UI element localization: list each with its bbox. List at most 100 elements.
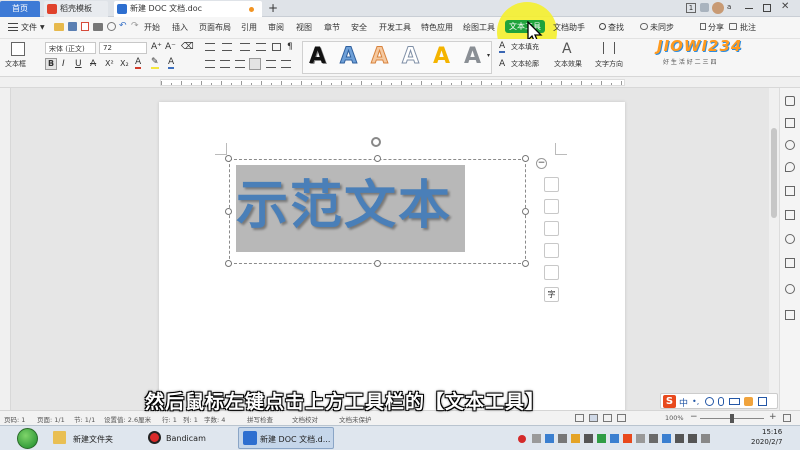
menu-start[interactable]: 开始: [144, 22, 160, 33]
fullscreen-icon[interactable]: [783, 414, 791, 422]
resize-handle-tr[interactable]: [522, 155, 529, 162]
text-outline-icon[interactable]: A: [499, 59, 505, 69]
decrease-indent-icon[interactable]: [240, 43, 250, 51]
text-fill-icon[interactable]: A: [499, 42, 506, 53]
resize-handle-l[interactable]: [225, 208, 232, 215]
menu-search[interactable]: 查找: [608, 22, 624, 33]
pane-share-icon[interactable]: [785, 310, 795, 320]
status-col[interactable]: 列: 1: [183, 414, 198, 424]
zoom-slider[interactable]: [700, 414, 764, 423]
sogou-logo-icon[interactable]: S: [663, 395, 676, 408]
tab-home[interactable]: 首页: [0, 1, 40, 17]
tray-icon[interactable]: [636, 434, 645, 443]
horizontal-ruler[interactable]: [0, 77, 800, 88]
bullet-list-icon[interactable]: [205, 43, 215, 51]
export-pdf-icon[interactable]: [81, 22, 89, 31]
undo-icon[interactable]: ↶: [119, 21, 127, 31]
tray-icon[interactable]: [649, 434, 658, 443]
menu-view[interactable]: 视图: [296, 22, 312, 33]
tray-icon[interactable]: [597, 434, 606, 443]
doc-protect-button[interactable]: 文档未保护: [339, 414, 372, 424]
skin-icon[interactable]: [700, 3, 709, 12]
menu-doc-assistant[interactable]: 文档助手: [553, 22, 585, 33]
align-center-icon[interactable]: [220, 60, 230, 68]
close-icon[interactable]: ✕: [781, 1, 789, 12]
menu-features[interactable]: 特色应用: [421, 22, 453, 33]
clear-format-icon[interactable]: ⌫: [181, 42, 194, 52]
font-size-select[interactable]: 72: [99, 42, 147, 54]
wrap-text-icon[interactable]: [544, 265, 559, 280]
ime-skin-icon[interactable]: [744, 397, 753, 406]
gallery-scroll-icon[interactable]: ▾: [487, 52, 490, 59]
menu-drawing-tools[interactable]: 绘图工具: [463, 22, 495, 33]
ime-keyboard-icon[interactable]: [729, 398, 740, 405]
text-outline-button[interactable]: 文本轮廓: [511, 59, 539, 69]
text-effect-icon[interactable]: A: [562, 41, 572, 57]
art-style-black[interactable]: A: [309, 44, 326, 69]
open-icon[interactable]: [54, 23, 64, 31]
print-preview-icon[interactable]: [107, 22, 116, 31]
char-color-icon[interactable]: A: [168, 58, 175, 69]
art-style-blue-outline[interactable]: A: [339, 44, 357, 70]
text-direction-icon[interactable]: [603, 42, 615, 54]
menu-sync[interactable]: 未同步: [650, 22, 674, 33]
tray-icon[interactable]: [545, 434, 554, 443]
pane-settings-icon[interactable]: [785, 284, 795, 294]
distribute-icon[interactable]: [266, 60, 276, 68]
menu-security[interactable]: 安全: [351, 22, 367, 33]
shape-fill-icon[interactable]: [544, 221, 559, 236]
document-canvas[interactable]: 示范文本 − 字: [11, 88, 769, 410]
user-name[interactable]: a: [727, 3, 731, 11]
chevron-down-icon[interactable]: ▼: [40, 24, 45, 31]
zoom-in-icon[interactable]: +: [769, 412, 777, 422]
menu-reference[interactable]: 引用: [241, 22, 257, 33]
print-icon[interactable]: [93, 23, 103, 31]
hamburger-icon[interactable]: [8, 23, 18, 31]
tray-icon[interactable]: [532, 434, 541, 443]
menu-chapter[interactable]: 章节: [324, 22, 340, 33]
new-tab-button[interactable]: +: [266, 1, 280, 17]
view-mode-icon[interactable]: [589, 414, 598, 422]
resize-handle-t[interactable]: [374, 155, 381, 162]
cloud-sync-icon[interactable]: [640, 23, 648, 30]
tray-volume-icon[interactable]: [675, 434, 684, 443]
menu-review[interactable]: 审阅: [268, 22, 284, 33]
tray-icon[interactable]: [610, 434, 619, 443]
taskbar-explorer[interactable]: 新建文件夹: [73, 434, 113, 445]
resize-handle-bl[interactable]: [225, 260, 232, 267]
pane-shape-icon[interactable]: [785, 186, 795, 196]
pane-location-icon[interactable]: [785, 162, 795, 172]
scroll-thumb[interactable]: [771, 128, 777, 218]
textbox-frame[interactable]: 示范文本: [229, 159, 526, 264]
pane-help-icon[interactable]: [785, 258, 795, 268]
view-mode-icon[interactable]: [617, 414, 626, 422]
textbox-button[interactable]: 文本框: [5, 59, 26, 69]
numbered-list-icon[interactable]: [222, 43, 232, 51]
align-left-icon[interactable]: [205, 60, 215, 68]
doc-proof-button[interactable]: 文档校对: [292, 414, 318, 424]
shape-border-icon[interactable]: [544, 243, 559, 258]
line-spacing-icon[interactable]: [281, 60, 291, 68]
italic-icon[interactable]: I: [62, 59, 65, 69]
text-style-button[interactable]: 字: [544, 287, 559, 302]
art-style-gray[interactable]: A: [464, 44, 481, 69]
menu-file[interactable]: 文件: [21, 22, 37, 33]
tray-icon[interactable]: [623, 434, 632, 443]
spell-check-button[interactable]: 拼写检查: [247, 414, 273, 424]
ime-emoji-icon[interactable]: [705, 397, 714, 406]
vertical-scrollbar[interactable]: [769, 88, 779, 410]
start-button-icon[interactable]: [17, 428, 38, 449]
menu-comment[interactable]: 批注: [740, 22, 756, 33]
subscript-icon[interactable]: X₂: [120, 59, 129, 68]
explorer-icon[interactable]: [53, 431, 66, 444]
menu-developer[interactable]: 开发工具: [379, 22, 411, 33]
tray-icon[interactable]: [571, 434, 580, 443]
pane-new-icon[interactable]: [785, 96, 795, 106]
tab-count-badge[interactable]: 1: [686, 3, 696, 13]
art-style-gray-outline[interactable]: A: [401, 44, 419, 70]
status-chars[interactable]: 字数: 4: [204, 414, 225, 424]
status-page[interactable]: 页码: 1: [4, 414, 25, 424]
minimize-icon[interactable]: [745, 8, 753, 9]
save-icon[interactable]: [68, 22, 77, 31]
tray-record-icon[interactable]: [518, 435, 526, 443]
